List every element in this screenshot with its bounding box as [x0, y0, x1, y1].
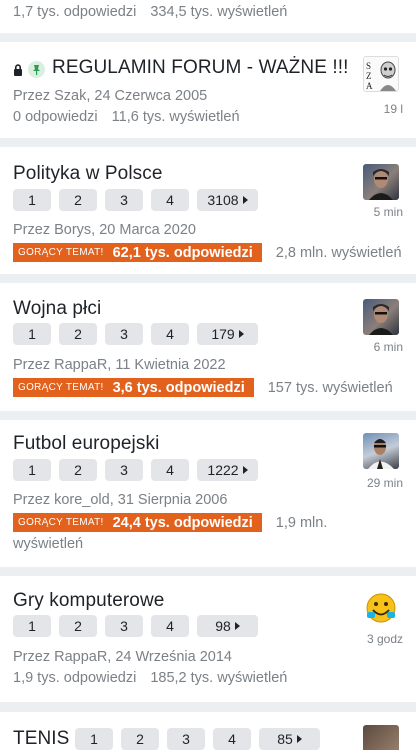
topic-stats: 1,7 tys. odpowiedzi 334,5 tys. wyświetleń — [13, 4, 287, 20]
avatar[interactable] — [363, 725, 399, 750]
page-button[interactable]: 4 — [151, 323, 189, 345]
svg-text:Z: Z — [366, 71, 372, 81]
caret-right-icon — [234, 622, 240, 630]
svg-text:A: A — [366, 81, 373, 91]
last-page-button[interactable]: 98 — [197, 615, 258, 637]
reply-count: 24,4 tys. odpowiedzi — [112, 514, 253, 531]
page-button[interactable]: 3 — [105, 615, 143, 637]
page-button[interactable]: 1 — [13, 189, 51, 211]
view-count: 334,5 tys. wyświetleń — [150, 4, 288, 20]
avatar[interactable] — [363, 299, 399, 335]
page-button[interactable]: 2 — [59, 459, 97, 481]
reply-count: 3,6 tys. odpowiedzi — [112, 379, 245, 396]
pagination: 1 2 3 4 3108 — [13, 189, 258, 211]
reply-count: 1,7 tys. odpowiedzi — [13, 4, 137, 20]
topic-stats: GORĄCY TEMAT! 62,1 tys. odpowiedzi 2,8 m… — [13, 243, 402, 262]
view-count: 1,9 mln. — [275, 514, 328, 531]
hot-topic-badge: GORĄCY TEMAT! 3,6 tys. odpowiedzi — [13, 378, 254, 397]
caret-right-icon — [242, 466, 248, 474]
topic-title[interactable]: Polityka w Polsce — [13, 163, 163, 185]
last-activity: 5 min — [373, 205, 403, 219]
pagination: 1 2 3 4 85 — [75, 728, 320, 750]
page-button[interactable]: 2 — [59, 323, 97, 345]
last-activity: 6 min — [373, 340, 403, 354]
pagination: 1 2 3 4 179 — [13, 323, 258, 345]
page-button[interactable]: 4 — [151, 189, 189, 211]
last-activity: 19 l — [383, 102, 403, 116]
last-page-button[interactable]: 179 — [197, 323, 258, 345]
topic-card-futbol[interactable]: Futbol europejski 1 2 3 4 1222 Przez kor… — [0, 420, 416, 567]
hot-topic-label: GORĄCY TEMAT! — [18, 247, 104, 258]
page-button[interactable]: 4 — [213, 728, 251, 750]
caret-right-icon — [296, 735, 302, 743]
reply-count: 62,1 tys. odpowiedzi — [112, 244, 253, 261]
avatar[interactable] — [363, 433, 399, 469]
avatar[interactable]: S Z A — [363, 56, 399, 92]
page-button[interactable]: 4 — [151, 459, 189, 481]
topic-card-wojna-plci[interactable]: Wojna płci 1 2 3 4 179 Przez RappaR, 11 … — [0, 283, 416, 411]
topic-card-tenis[interactable]: TENIS 1 2 3 4 85 — [0, 712, 416, 750]
page-button[interactable]: 3 — [105, 189, 143, 211]
reply-count: 1,9 tys. odpowiedzi — [13, 670, 137, 686]
last-page-number: 179 — [211, 326, 235, 342]
topic-meta: Przez Szak, 24 Czerwca 2005 — [13, 88, 208, 104]
hot-topic-label: GORĄCY TEMAT! — [18, 382, 104, 393]
last-activity: 29 min — [366, 476, 403, 490]
pin-icon — [28, 61, 45, 78]
topic-stats: GORĄCY TEMAT! 3,6 tys. odpowiedzi 157 ty… — [13, 378, 393, 397]
avatar[interactable] — [363, 164, 399, 200]
view-count: 11,6 tys. wyświetleń — [111, 109, 240, 125]
topic-meta: Przez Borys, 20 Marca 2020 — [13, 222, 196, 238]
svg-text:S: S — [366, 61, 371, 71]
page-button[interactable]: 3 — [105, 323, 143, 345]
page-button[interactable]: 1 — [75, 728, 113, 750]
page-button[interactable]: 3 — [167, 728, 205, 750]
page-button[interactable]: 2 — [121, 728, 159, 750]
last-activity: 3 godz — [366, 632, 403, 646]
topic-title[interactable]: TENIS — [13, 728, 69, 750]
topic-card-regulamin[interactable]: REGULAMIN FORUM - WAŻNE !!! Przez Szak, … — [0, 42, 416, 138]
last-page-number: 1222 — [207, 462, 239, 478]
view-count-continued: wyświetleń — [13, 536, 84, 552]
page-button[interactable]: 1 — [13, 323, 51, 345]
view-count: 2,8 mln. wyświetleń — [275, 244, 402, 261]
page-button[interactable]: 2 — [59, 189, 97, 211]
hot-topic-badge: GORĄCY TEMAT! 62,1 tys. odpowiedzi — [13, 243, 262, 262]
topic-card-polityka[interactable]: Polityka w Polsce 1 2 3 4 3108 Przez Bor… — [0, 147, 416, 274]
last-page-button[interactable]: 85 — [259, 728, 320, 750]
page-button[interactable]: 2 — [59, 615, 97, 637]
topic-title[interactable]: Futbol europejski — [13, 433, 159, 455]
last-page-button[interactable]: 1222 — [197, 459, 258, 481]
topic-stats: 1,9 tys. odpowiedzi 185,2 tys. wyświetleń — [13, 670, 287, 686]
topic-title[interactable]: Wojna płci — [13, 298, 101, 320]
avatar[interactable] — [363, 590, 399, 626]
topic-meta: Przez kore_old, 31 Sierpnia 2006 — [13, 492, 228, 508]
topic-meta: Przez RappaR, 11 Kwietnia 2022 — [13, 357, 226, 373]
topic-title[interactable]: REGULAMIN FORUM - WAŻNE !!! — [52, 57, 349, 79]
page-button[interactable]: 4 — [151, 615, 189, 637]
lock-icon — [14, 64, 22, 76]
page-button[interactable]: 1 — [13, 615, 51, 637]
page-button[interactable]: 1 — [13, 459, 51, 481]
reply-count: 0 odpowiedzi — [13, 109, 98, 125]
caret-right-icon — [242, 196, 248, 204]
pagination: 1 2 3 4 98 — [13, 615, 258, 637]
topic-stats: 0 odpowiedzi 11,6 tys. wyświetleń — [13, 109, 240, 125]
page-button[interactable]: 3 — [105, 459, 143, 481]
hot-topic-badge: GORĄCY TEMAT! 24,4 tys. odpowiedzi — [13, 513, 262, 532]
last-page-number: 3108 — [207, 192, 239, 208]
topic-meta: Przez RappaR, 24 Września 2014 — [13, 649, 232, 665]
pagination: 1 2 3 4 1222 — [13, 459, 258, 481]
topic-stats: GORĄCY TEMAT! 24,4 tys. odpowiedzi 1,9 m… — [13, 513, 327, 532]
topic-card-gry-komputerowe[interactable]: Gry komputerowe 1 2 3 4 98 Przez RappaR,… — [0, 576, 416, 702]
caret-right-icon — [238, 330, 244, 338]
view-count: 185,2 tys. wyświetleń — [150, 670, 288, 686]
topic-card-previous[interactable]: 1,7 tys. odpowiedzi 334,5 tys. wyświetleń — [0, 0, 416, 33]
last-page-button[interactable]: 3108 — [197, 189, 258, 211]
hot-topic-label: GORĄCY TEMAT! — [18, 517, 104, 528]
topic-title[interactable]: Gry komputerowe — [13, 590, 164, 612]
view-count: 157 tys. wyświetleń — [267, 379, 393, 396]
last-page-number: 98 — [215, 618, 231, 634]
last-page-number: 85 — [277, 731, 293, 747]
